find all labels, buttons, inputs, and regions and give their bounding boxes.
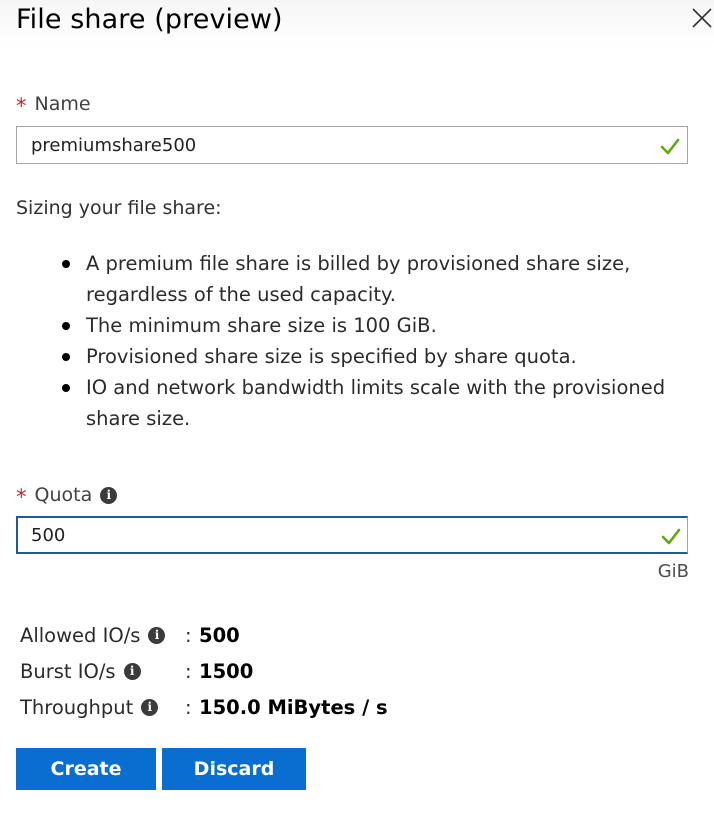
page-title: File share (preview) bbox=[16, 4, 283, 35]
quota-unit: GiB bbox=[657, 561, 689, 582]
allowed-io-value: 500 bbox=[199, 623, 240, 647]
name-field[interactable] bbox=[16, 126, 688, 164]
burst-io-value: 1500 bbox=[199, 659, 254, 683]
name-label: Name bbox=[34, 93, 91, 115]
info-icon[interactable]: i bbox=[141, 698, 159, 716]
allowed-io-label: Allowed IO/s bbox=[20, 623, 141, 647]
list-item: Provisioned share size is specified by s… bbox=[54, 341, 694, 372]
info-icon[interactable]: i bbox=[100, 486, 118, 504]
throughput-label: Throughput bbox=[20, 695, 134, 719]
throughput-value: 150.0 MiBytes / s bbox=[199, 695, 388, 719]
list-item: IO and network bandwidth limits scale wi… bbox=[54, 372, 694, 434]
quota-label: Quota bbox=[34, 484, 93, 506]
sizing-heading: Sizing your file share: bbox=[16, 197, 222, 219]
performance-stats: Allowed IO/s i : 500 Burst IO/s i : 1500… bbox=[20, 617, 388, 725]
stat-separator: : bbox=[185, 623, 192, 647]
quota-label-row: * Quota i bbox=[16, 484, 118, 509]
stat-separator: : bbox=[185, 695, 192, 719]
stat-label: Throughput i bbox=[20, 696, 185, 719]
create-button[interactable]: Create bbox=[16, 748, 156, 790]
stat-row-allowed-io: Allowed IO/s i : 500 bbox=[20, 617, 388, 653]
name-label-row: * Name bbox=[16, 93, 91, 118]
quota-field[interactable] bbox=[16, 516, 688, 554]
burst-io-label: Burst IO/s bbox=[20, 659, 116, 683]
stat-label: Burst IO/s i bbox=[20, 660, 185, 683]
info-icon[interactable]: i bbox=[123, 662, 141, 680]
file-share-panel: File share (preview) * Name Sizing your … bbox=[0, 0, 714, 815]
list-item: A premium file share is billed by provis… bbox=[54, 248, 694, 310]
checkmark-icon bbox=[660, 525, 682, 547]
discard-button[interactable]: Discard bbox=[162, 748, 306, 790]
sizing-list: A premium file share is billed by provis… bbox=[54, 248, 694, 434]
checkmark-icon bbox=[659, 135, 681, 157]
stat-row-throughput: Throughput i : 150.0 MiBytes / s bbox=[20, 689, 388, 725]
quota-input[interactable] bbox=[31, 518, 631, 552]
close-icon[interactable] bbox=[690, 6, 714, 30]
list-item: The minimum share size is 100 GiB. bbox=[54, 310, 694, 341]
required-asterisk: * bbox=[16, 93, 27, 118]
info-icon[interactable]: i bbox=[148, 626, 166, 644]
panel-header: File share (preview) bbox=[0, 0, 714, 48]
name-input[interactable] bbox=[31, 127, 631, 163]
required-asterisk: * bbox=[16, 484, 27, 509]
stat-label: Allowed IO/s i bbox=[20, 624, 185, 647]
stat-row-burst-io: Burst IO/s i : 1500 bbox=[20, 653, 388, 689]
stat-separator: : bbox=[185, 659, 192, 683]
